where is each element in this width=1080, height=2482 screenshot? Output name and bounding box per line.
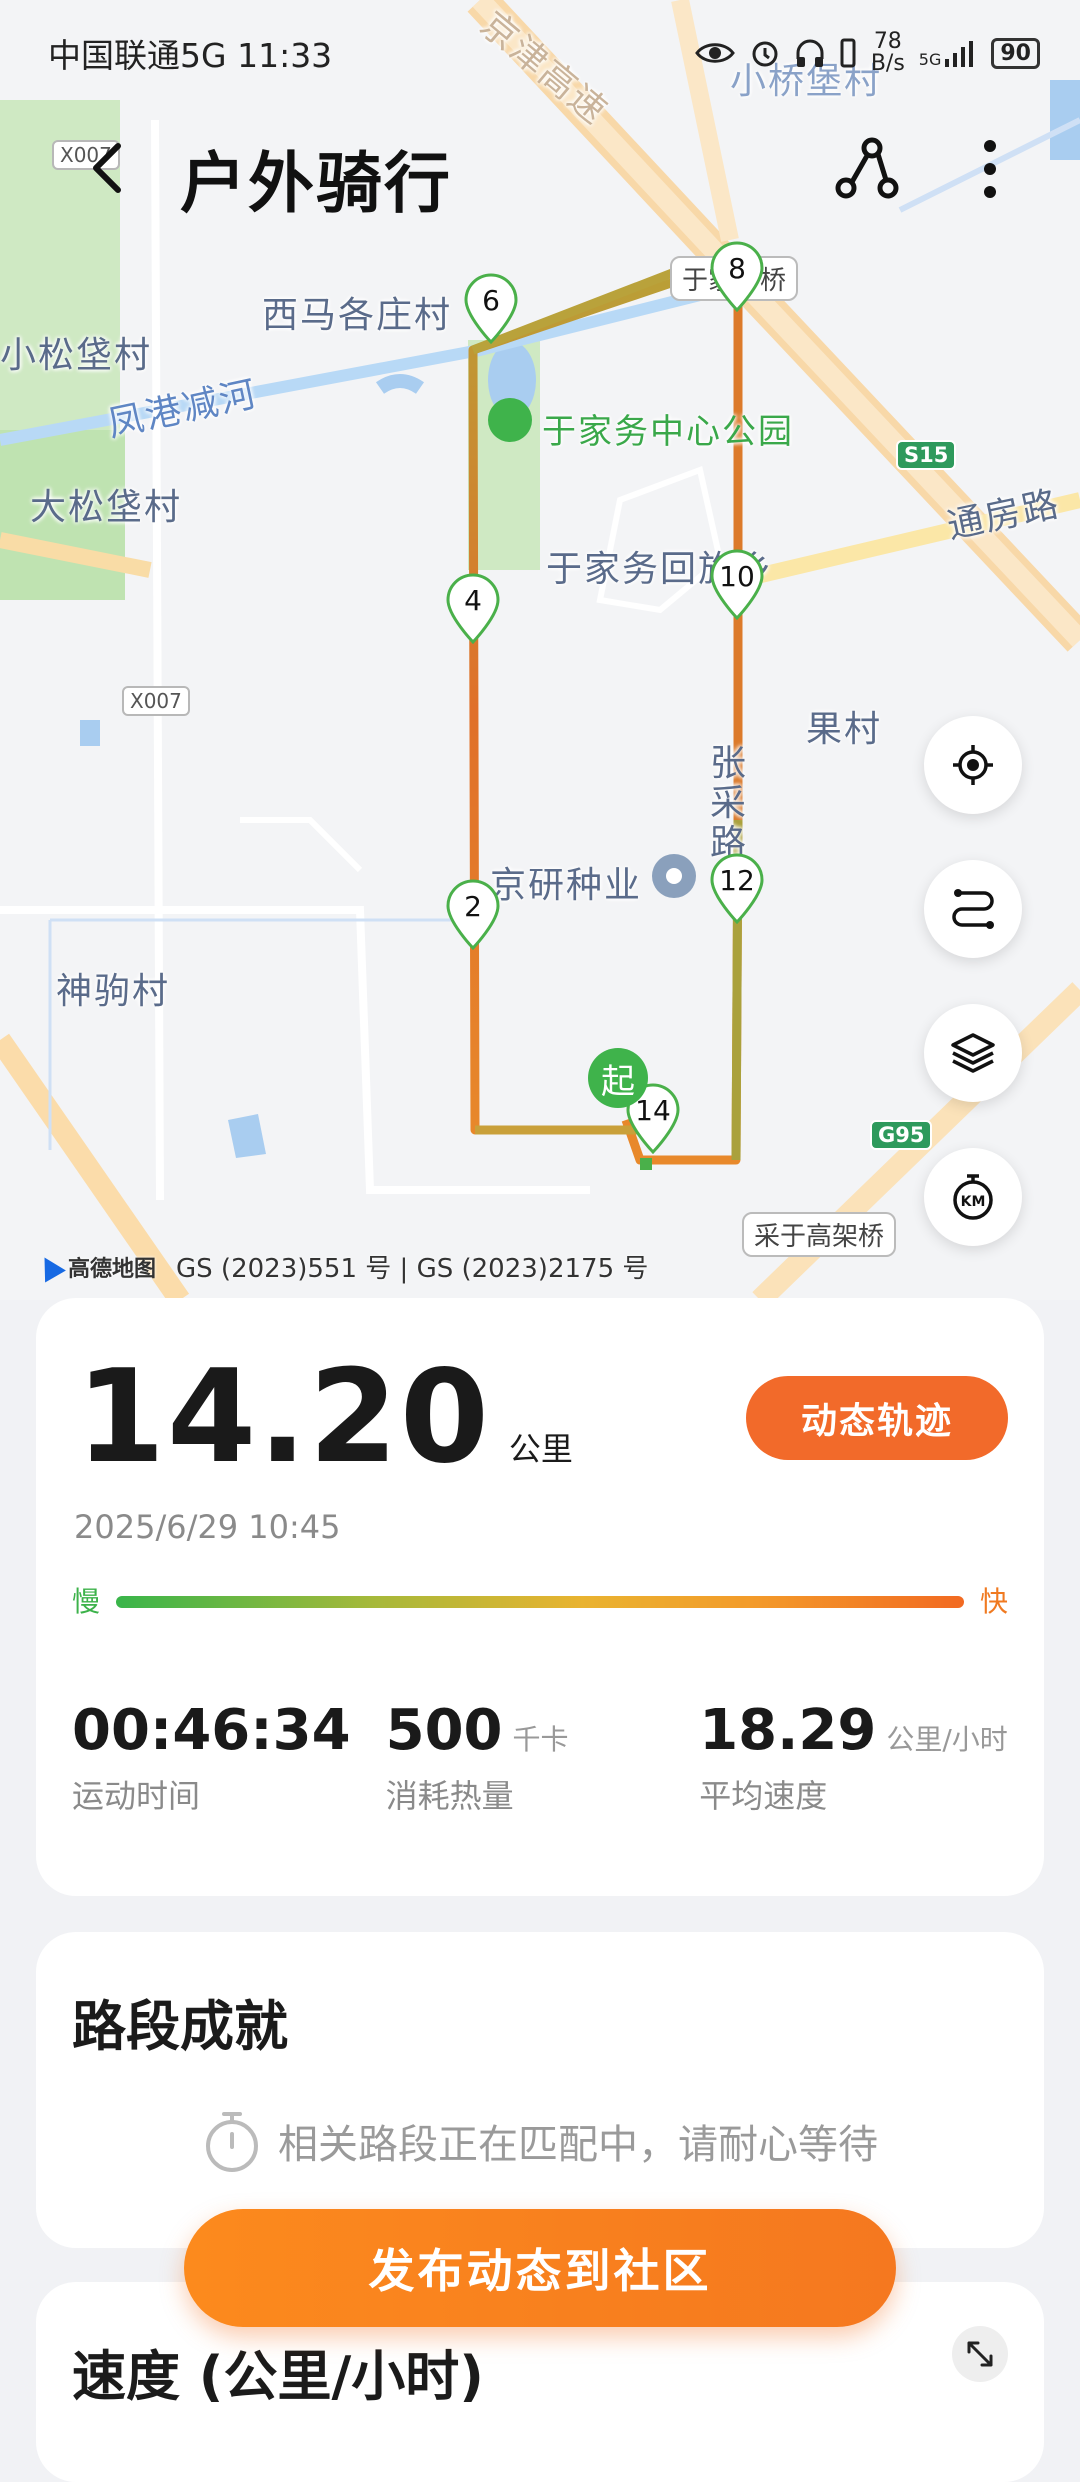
ride-summary-card: 14.20 公里 动态轨迹 2025/6/29 10:45 慢 快 00:46:… — [36, 1298, 1044, 1896]
km-marker-label: 12 — [719, 864, 755, 897]
km-stopwatch-icon: KM — [953, 1174, 993, 1220]
road-sign: X007 — [122, 686, 190, 716]
distance-unit: 公里 — [508, 1430, 573, 1468]
top-nav: 户外骑行 — [0, 120, 1080, 222]
expand-icon — [967, 2341, 993, 2367]
section-title: 速度 (公里/小时) — [72, 2345, 484, 2408]
distance: 14.20 公里 — [76, 1343, 573, 1492]
stat-value: 00:46:34 — [72, 1698, 351, 1763]
route-map[interactable]: 西马各庄村 小松垡村 凤港减河 大松垡村 于家务中心公园 于家务回族乡 果村 京… — [0, 0, 1080, 1300]
battery-icon: 90 — [991, 37, 1040, 69]
start-marker: 起 — [588, 1048, 648, 1108]
matching-status: 相关路段正在匹配中，请耐心等待 — [36, 2108, 1044, 2174]
km-marker-2: 2 — [444, 878, 502, 951]
km-marker-label: 6 — [482, 284, 500, 317]
route-switch-icon — [952, 889, 994, 929]
stat-label: 平均速度 — [699, 1777, 828, 1815]
km-marker-label: 2 — [464, 890, 482, 923]
ride-stats: 00:46:34 运动时间 500 千卡 消耗热量 18.29 公里/小时 平均速度 — [72, 1698, 1008, 1817]
km-marker-8: 8 — [708, 240, 766, 313]
place-label: 果村 — [806, 709, 883, 750]
road-label: 张采路 — [710, 743, 749, 864]
place-label: 小松垡村 — [0, 335, 153, 376]
segment-achievements-card: 路段成就 相关路段正在匹配中，请耐心等待 — [36, 1932, 1044, 2248]
stat-label: 运动时间 — [72, 1777, 201, 1815]
km-marker-label: 4 — [464, 584, 482, 617]
km-marker-12: 12 — [708, 852, 766, 925]
vibrate-icon — [840, 38, 856, 68]
distance-value: 14.20 — [76, 1343, 491, 1492]
clock: 11:33 — [237, 36, 333, 75]
publish-to-community-button[interactable]: 发布动态到社区 — [184, 2209, 896, 2327]
stat-unit: 千卡 — [512, 1723, 569, 1756]
matching-text: 相关路段正在匹配中，请耐心等待 — [278, 2122, 878, 2168]
km-marker-label: 8 — [728, 252, 746, 285]
stat-value: 500 — [385, 1698, 503, 1763]
bridge-label: 采于高架桥 — [742, 1212, 897, 1257]
stat-unit: 公里/小时 — [886, 1723, 1008, 1756]
layers-button[interactable] — [924, 1004, 1022, 1102]
speed-slow-label: 慢 — [72, 1585, 101, 1618]
locate-button[interactable] — [924, 716, 1022, 814]
km-marker-label: 10 — [719, 560, 755, 593]
layers-icon — [951, 1033, 995, 1073]
ride-datetime: 2025/6/29 10:45 — [74, 1508, 341, 1546]
place-label: 大松垡村 — [30, 487, 183, 528]
stat-duration: 00:46:34 运动时间 — [72, 1698, 386, 1817]
speed-fast-label: 快 — [979, 1585, 1008, 1618]
stat-calories: 500 千卡 消耗热量 — [386, 1698, 700, 1817]
poi-label[interactable]: 京研种业 — [490, 856, 642, 908]
stopwatch-icon — [206, 2112, 258, 2172]
map-copyright: 高德地图 GS (2023)551 号 | GS (2023)2175 号 — [34, 1248, 649, 1285]
stat-avg-speed: 18.29 公里/小时 平均速度 — [699, 1698, 1008, 1817]
stat-label: 消耗热量 — [385, 1777, 514, 1815]
back-icon[interactable] — [80, 138, 140, 198]
page-title: 户外骑行 — [180, 145, 452, 222]
km-marker-10: 10 — [708, 548, 766, 621]
status-bar: 中国联通5G 11:33 78 B/s 5G 90 — [48, 28, 1040, 78]
expand-button[interactable] — [952, 2326, 1008, 2382]
signal-icon: 5G — [919, 39, 978, 68]
km-marker-4: 4 — [444, 572, 502, 645]
place-label: 西马各庄村 — [262, 295, 453, 336]
copyright-text: GS (2023)551 号 | GS (2023)2175 号 — [176, 1254, 649, 1284]
km-marker-6: 6 — [462, 272, 520, 345]
carrier: 中国联通5G — [48, 36, 227, 75]
section-title: 路段成就 — [72, 1995, 288, 2058]
route-toggle-button[interactable] — [924, 860, 1022, 958]
stat-value: 18.29 — [699, 1698, 877, 1763]
place-label: 神驹村 — [56, 971, 171, 1012]
locate-icon — [953, 745, 993, 785]
road-sign: G95 — [870, 1120, 933, 1150]
speed-legend: 慢 快 — [72, 1580, 1008, 1620]
speed-gradient-bar — [116, 1596, 964, 1608]
km-pace-button[interactable]: KM — [924, 1148, 1022, 1246]
more-icon[interactable] — [960, 134, 1020, 204]
road-sign: S15 — [896, 440, 957, 470]
amap-logo: 高德地图 — [34, 1250, 156, 1283]
eye-icon — [694, 43, 735, 63]
headphones-icon — [796, 39, 824, 67]
net-speed: 78 B/s — [870, 29, 905, 76]
dynamic-track-button[interactable]: 动态轨迹 — [746, 1376, 1008, 1460]
alarm-icon — [752, 41, 778, 67]
route-icon[interactable] — [832, 134, 902, 204]
svg-text:KM: KM — [961, 1194, 986, 1210]
park-label[interactable]: 于家务中心公园 — [542, 404, 794, 453]
